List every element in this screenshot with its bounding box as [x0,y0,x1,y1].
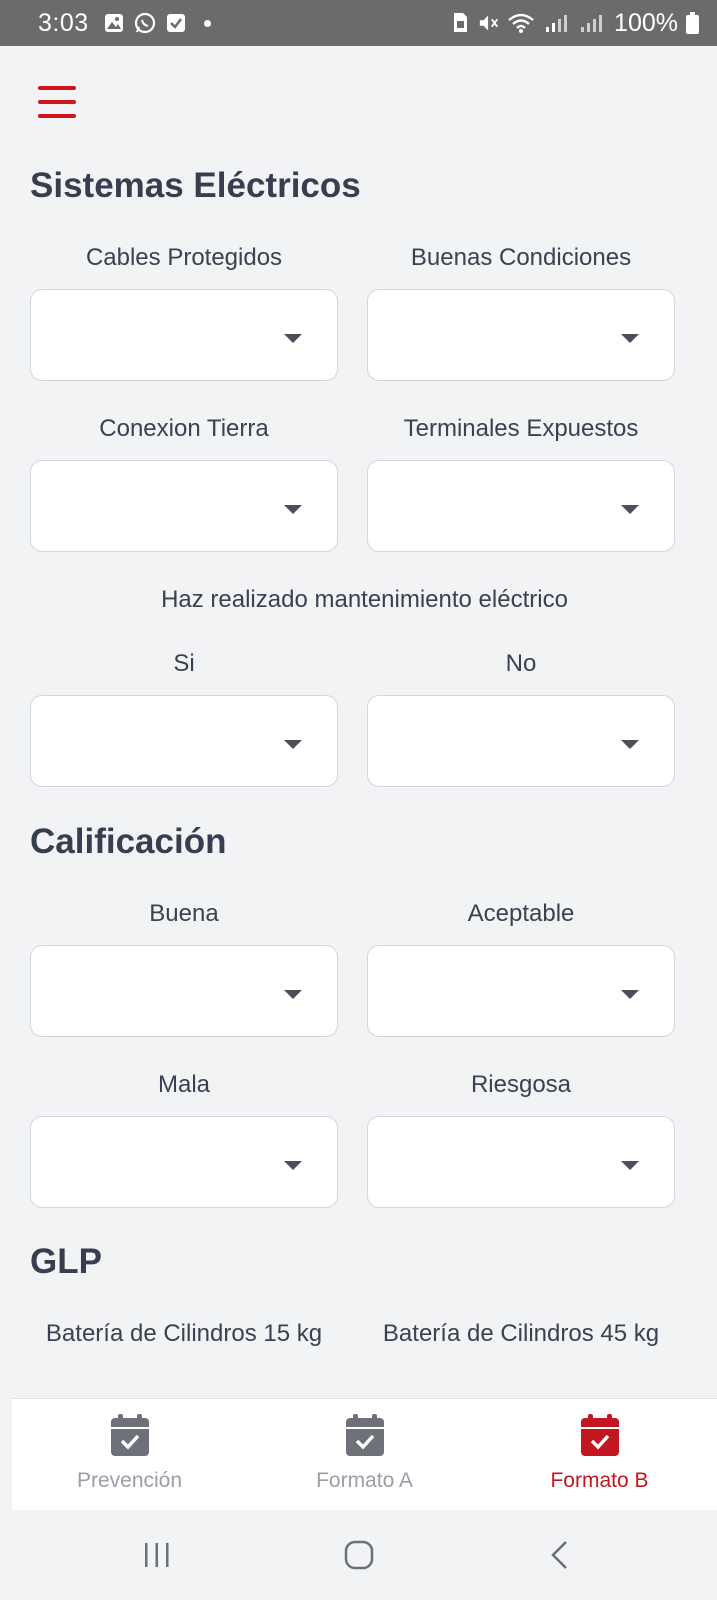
tab-label: Formato A [316,1469,413,1492]
tab-formato-b[interactable]: Formato B [482,1399,717,1510]
select-terminales-expuestos[interactable] [367,460,675,552]
dropdown-caret-icon [621,990,639,999]
label-buena: Buena [149,900,219,927]
dropdown-caret-icon [284,334,302,343]
back-icon[interactable] [548,1536,572,1574]
battery-level: 100% [614,8,678,37]
app-content[interactable]: Sistemas Eléctricos Cables Protegidos Bu… [12,46,717,1398]
system-nav-bar [0,1510,717,1600]
dropdown-caret-icon [621,740,639,749]
label-riesgosa: Riesgosa [470,1071,572,1098]
dropdown-caret-icon [621,505,639,514]
label-conexion-tierra: Conexion Tierra [99,415,269,442]
whatsapp-notification-icon [134,12,156,34]
label-cilindros-45: Batería de Cilindros 45 kg [382,1320,660,1347]
dropdown-caret-icon [621,1161,639,1170]
mute-icon [478,12,500,34]
section-title-electrical: Sistemas Eléctricos [30,166,361,205]
battery-icon [685,12,699,34]
select-maintenance-si[interactable] [30,695,338,787]
calendar-check-icon [345,1414,384,1456]
bottom-tab-bar: Prevención Formato A Formato B [12,1398,717,1510]
dropdown-caret-icon [284,1161,302,1170]
dropdown-caret-icon [621,334,639,343]
label-maintenance-si: Si [173,650,195,677]
more-notifications-dot [203,19,211,27]
calendar-check-icon [580,1414,619,1456]
select-conexion-tierra[interactable] [30,460,338,552]
select-buenas-condiciones[interactable] [367,289,675,381]
status-bar: 3:03 100% [0,0,717,46]
status-time: 3:03 [38,8,89,37]
tab-formato-a[interactable]: Formato A [247,1399,482,1510]
signal-icon [544,12,572,34]
hamburger-menu-icon[interactable] [38,86,76,120]
label-aceptable: Aceptable [467,900,575,927]
label-buenas-condiciones: Buenas Condiciones [410,244,632,271]
section-title-rating: Calificación [30,822,227,861]
section-title-glp: GLP [30,1242,102,1281]
label-maintenance-no: No [505,650,537,677]
recents-icon[interactable] [142,1536,172,1574]
label-cables-protegidos: Cables Protegidos [85,244,283,271]
select-cables-protegidos[interactable] [30,289,338,381]
select-buena[interactable] [30,945,338,1037]
home-icon[interactable] [343,1536,375,1574]
tab-label: Prevención [76,1469,183,1492]
signal-icon-2 [579,12,607,34]
gallery-notification-icon [103,12,125,34]
dropdown-caret-icon [284,990,302,999]
tab-prevencion[interactable]: Prevención [12,1399,247,1510]
task-check-notification-icon [165,12,187,34]
dropdown-caret-icon [284,740,302,749]
wifi-icon [507,12,537,34]
calendar-check-icon [110,1414,149,1456]
label-mala: Mala [157,1071,211,1098]
tab-label: Formato B [550,1469,649,1492]
select-aceptable[interactable] [367,945,675,1037]
label-cilindros-15: Batería de Cilindros 15 kg [45,1320,323,1347]
select-maintenance-no[interactable] [367,695,675,787]
sim-icon [449,12,471,34]
maintenance-question: Haz realizado mantenimiento eléctrico [161,586,568,613]
select-mala[interactable] [30,1116,338,1208]
dropdown-caret-icon [284,505,302,514]
select-riesgosa[interactable] [367,1116,675,1208]
label-terminales-expuestos: Terminales Expuestos [403,415,639,442]
